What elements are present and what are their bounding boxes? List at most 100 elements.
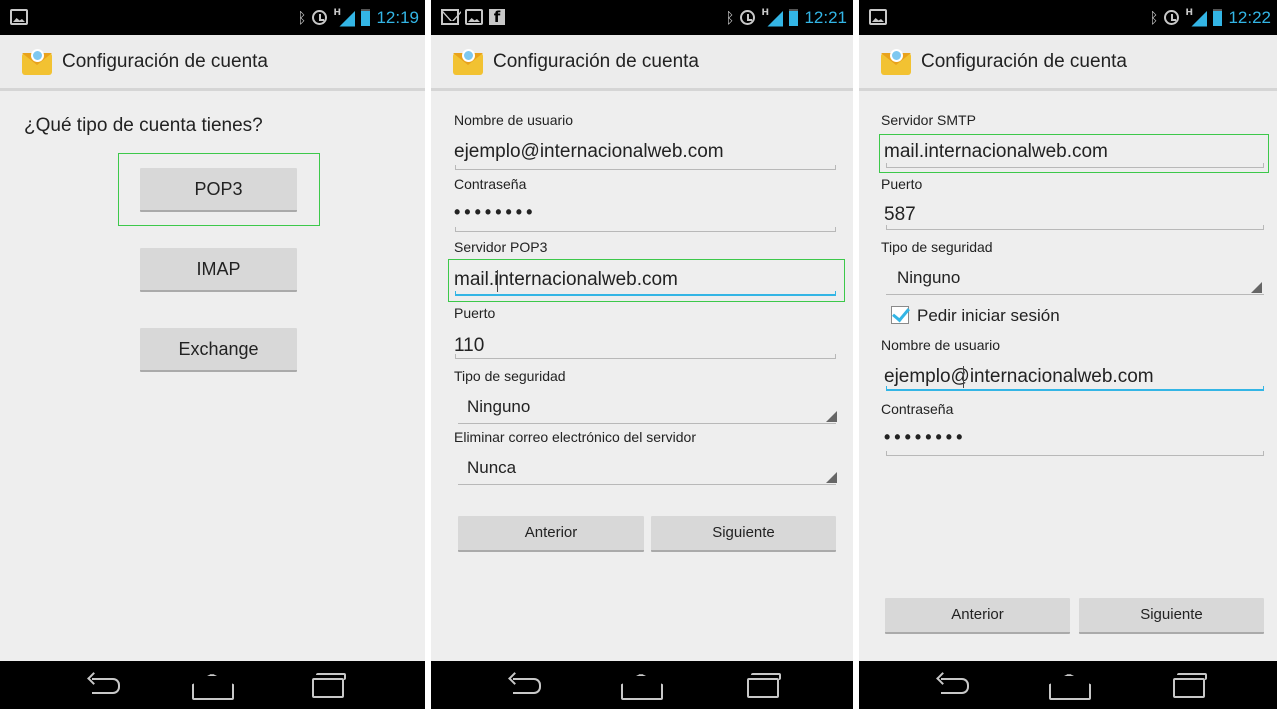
alarm-icon	[740, 10, 756, 25]
navigation-bar	[431, 661, 853, 709]
facebook-icon: f	[489, 9, 505, 26]
dropdown-arrow-icon	[826, 472, 837, 483]
previous-button[interactable]: Anterior	[885, 598, 1070, 634]
imap-button[interactable]: IMAP	[140, 248, 297, 292]
username-field[interactable]: ejemplo@internacionalweb.com	[884, 366, 1154, 388]
port-underline	[455, 354, 836, 359]
status-bar: f ᛒ H 12:21	[431, 0, 853, 35]
action-bar: Configuración de cuenta	[0, 35, 425, 91]
signal-icon: H	[761, 8, 784, 27]
recent-apps-icon[interactable]	[731, 661, 791, 709]
delete-from-server-spinner[interactable]: Nunca	[467, 458, 516, 478]
action-bar: Configuración de cuenta	[431, 35, 853, 91]
server-text-part2: .internacionalweb.com	[488, 269, 678, 290]
navigation-bar	[859, 661, 1277, 709]
spinner-underline	[886, 294, 1264, 295]
pop3-server-underline	[455, 291, 836, 296]
picture-icon	[10, 9, 28, 25]
smtp-server-label: Servidor SMTP	[881, 112, 976, 128]
password-label: Contraseña	[881, 401, 954, 417]
password-underline	[886, 451, 1264, 456]
account-type-question: ¿Qué tipo de cuenta tienes?	[24, 115, 263, 136]
username-underline	[886, 386, 1264, 391]
back-icon[interactable]	[925, 661, 985, 709]
port-label: Puerto	[454, 305, 496, 321]
security-type-label: Tipo de seguridad	[881, 239, 993, 255]
page-title: Configuración de cuenta	[921, 51, 1127, 72]
email-app-icon	[453, 49, 483, 77]
battery-icon	[1213, 9, 1223, 26]
port-label: Puerto	[881, 176, 923, 192]
signal-icon: H	[333, 8, 356, 27]
battery-icon	[361, 9, 371, 26]
navigation-bar	[0, 661, 425, 709]
username-field[interactable]: ejemplo@internacionalweb.com	[454, 141, 724, 163]
smtp-server-field[interactable]: mail.internacionalweb.com	[884, 141, 1108, 163]
home-icon[interactable]	[182, 661, 242, 709]
username-label: Nombre de usuario	[881, 337, 1001, 353]
security-type-spinner[interactable]: Ninguno	[897, 268, 960, 288]
bluetooth-icon: ᛒ	[297, 8, 307, 27]
next-button[interactable]: Siguiente	[1079, 598, 1264, 634]
home-icon[interactable]	[1039, 661, 1099, 709]
security-type-spinner[interactable]: Ninguno	[467, 397, 530, 417]
phone-screen-account-type: ᛒ H 12:19 Configuración de cuenta ¿Qué t…	[0, 0, 425, 709]
previous-button[interactable]: Anterior	[458, 516, 644, 552]
phone-screen-incoming-settings: f ᛒ H 12:21 Configuración de cuenta Nomb…	[431, 0, 853, 709]
delete-from-server-label: Eliminar correo electrónico del servidor	[454, 429, 696, 445]
port-field[interactable]: 587	[884, 204, 916, 226]
smtp-server-underline	[886, 163, 1264, 168]
pop3-server-label: Servidor POP3	[454, 239, 548, 255]
text-cursor	[963, 366, 964, 388]
require-login-label: Pedir iniciar sesión	[917, 306, 1060, 325]
alarm-icon	[312, 10, 328, 25]
pop3-button[interactable]: POP3	[140, 168, 297, 212]
email-app-icon	[881, 49, 911, 77]
require-login-checkbox[interactable]	[891, 306, 909, 324]
picture-icon	[869, 9, 887, 25]
page-title: Configuración de cuenta	[493, 51, 699, 72]
spinner-underline	[458, 484, 836, 485]
dropdown-arrow-icon	[1251, 282, 1262, 293]
home-icon[interactable]	[611, 661, 671, 709]
next-button[interactable]: Siguiente	[651, 516, 836, 552]
signal-icon: H	[1185, 8, 1208, 27]
account-type-content: ¿Qué tipo de cuenta tienes? POP3 IMAP Ex…	[0, 94, 425, 661]
username-underline	[455, 165, 836, 170]
dropdown-arrow-icon	[826, 411, 837, 422]
username-label: Nombre de usuario	[454, 112, 574, 128]
status-clock: 12:22	[1228, 7, 1271, 27]
action-bar: Configuración de cuenta	[859, 35, 1277, 91]
username-text-part1: ejemplo	[884, 366, 951, 387]
spinner-underline	[458, 423, 836, 424]
status-bar: ᛒ H 12:19	[0, 0, 425, 35]
text-cursor	[497, 270, 498, 292]
recent-apps-icon[interactable]	[296, 661, 356, 709]
picture-icon	[465, 9, 483, 25]
outgoing-settings-form: Servidor SMTP mail.internacionalweb.com …	[859, 94, 1277, 661]
password-field[interactable]: ••••••••	[884, 427, 966, 448]
password-field[interactable]: ••••••••	[454, 202, 536, 223]
bluetooth-icon: ᛒ	[725, 8, 735, 27]
page-title: Configuración de cuenta	[62, 51, 268, 72]
status-clock: 12:19	[376, 7, 419, 27]
incoming-settings-form: Nombre de usuario ejemplo@internacionalw…	[431, 94, 853, 661]
battery-icon	[789, 9, 799, 26]
security-type-label: Tipo de seguridad	[454, 368, 566, 384]
bluetooth-icon: ᛒ	[1149, 8, 1159, 27]
username-text-part2: @internacionalweb.com	[950, 366, 1154, 387]
status-bar: ᛒ H 12:22	[859, 0, 1277, 35]
password-label: Contraseña	[454, 176, 527, 192]
exchange-button[interactable]: Exchange	[140, 328, 297, 372]
port-underline	[886, 225, 1264, 230]
phone-screen-outgoing-settings: ᛒ H 12:22 Configuración de cuenta Servid…	[859, 0, 1277, 709]
pop3-server-field[interactable]: mail.internacionalweb.com	[454, 269, 678, 291]
email-app-icon	[22, 49, 52, 77]
back-icon[interactable]	[497, 661, 557, 709]
mail-icon	[441, 9, 459, 25]
back-icon[interactable]	[76, 661, 136, 709]
server-text-part1: mail	[454, 269, 489, 290]
password-underline	[455, 227, 836, 232]
recent-apps-icon[interactable]	[1157, 661, 1217, 709]
status-clock: 12:21	[804, 7, 847, 27]
